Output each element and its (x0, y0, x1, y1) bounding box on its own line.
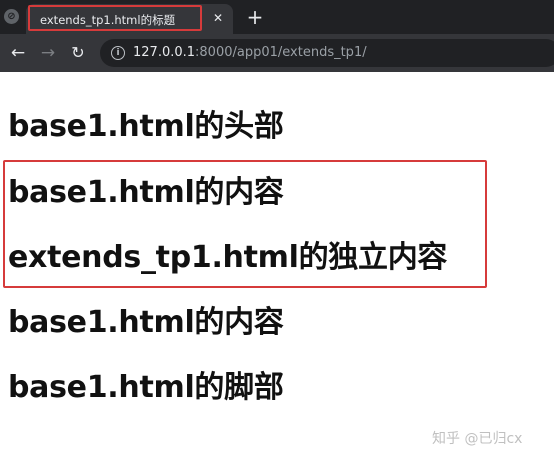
reload-button[interactable]: ↻ (67, 42, 89, 64)
address-bar[interactable]: i 127.0.0.1:8000/app01/extends_tp1/ (100, 39, 554, 67)
address-url[interactable]: 127.0.0.1:8000/app01/extends_tp1/ (133, 45, 367, 60)
zhihu-watermark: 知乎 @已归cx (432, 431, 523, 447)
url-path: :8000/app01/extends_tp1/ (195, 45, 367, 60)
base-header-heading: base1.html的头部 (8, 109, 284, 144)
base-footer-heading: base1.html的脚部 (8, 370, 284, 405)
url-host: 127.0.0.1 (133, 45, 196, 60)
content-highlight-box (3, 160, 487, 288)
forward-button[interactable]: → (37, 42, 59, 64)
new-tab-button[interactable]: + (245, 6, 265, 28)
back-button[interactable]: ← (7, 42, 29, 64)
tab-title-highlight-box (28, 5, 202, 31)
base-content-heading-repeat: base1.html的内容 (8, 305, 284, 340)
site-info-icon[interactable]: i (111, 46, 125, 60)
tab-favicon-icon: ⊘ (4, 9, 19, 24)
tab-close-icon[interactable]: ✕ (210, 10, 226, 26)
browser-toolbar: ← → ↻ i 127.0.0.1:8000/app01/extends_tp1… (0, 34, 554, 72)
browser-tab-strip: ⊘ extends_tp1.html的标题 ✕ + (0, 0, 554, 34)
